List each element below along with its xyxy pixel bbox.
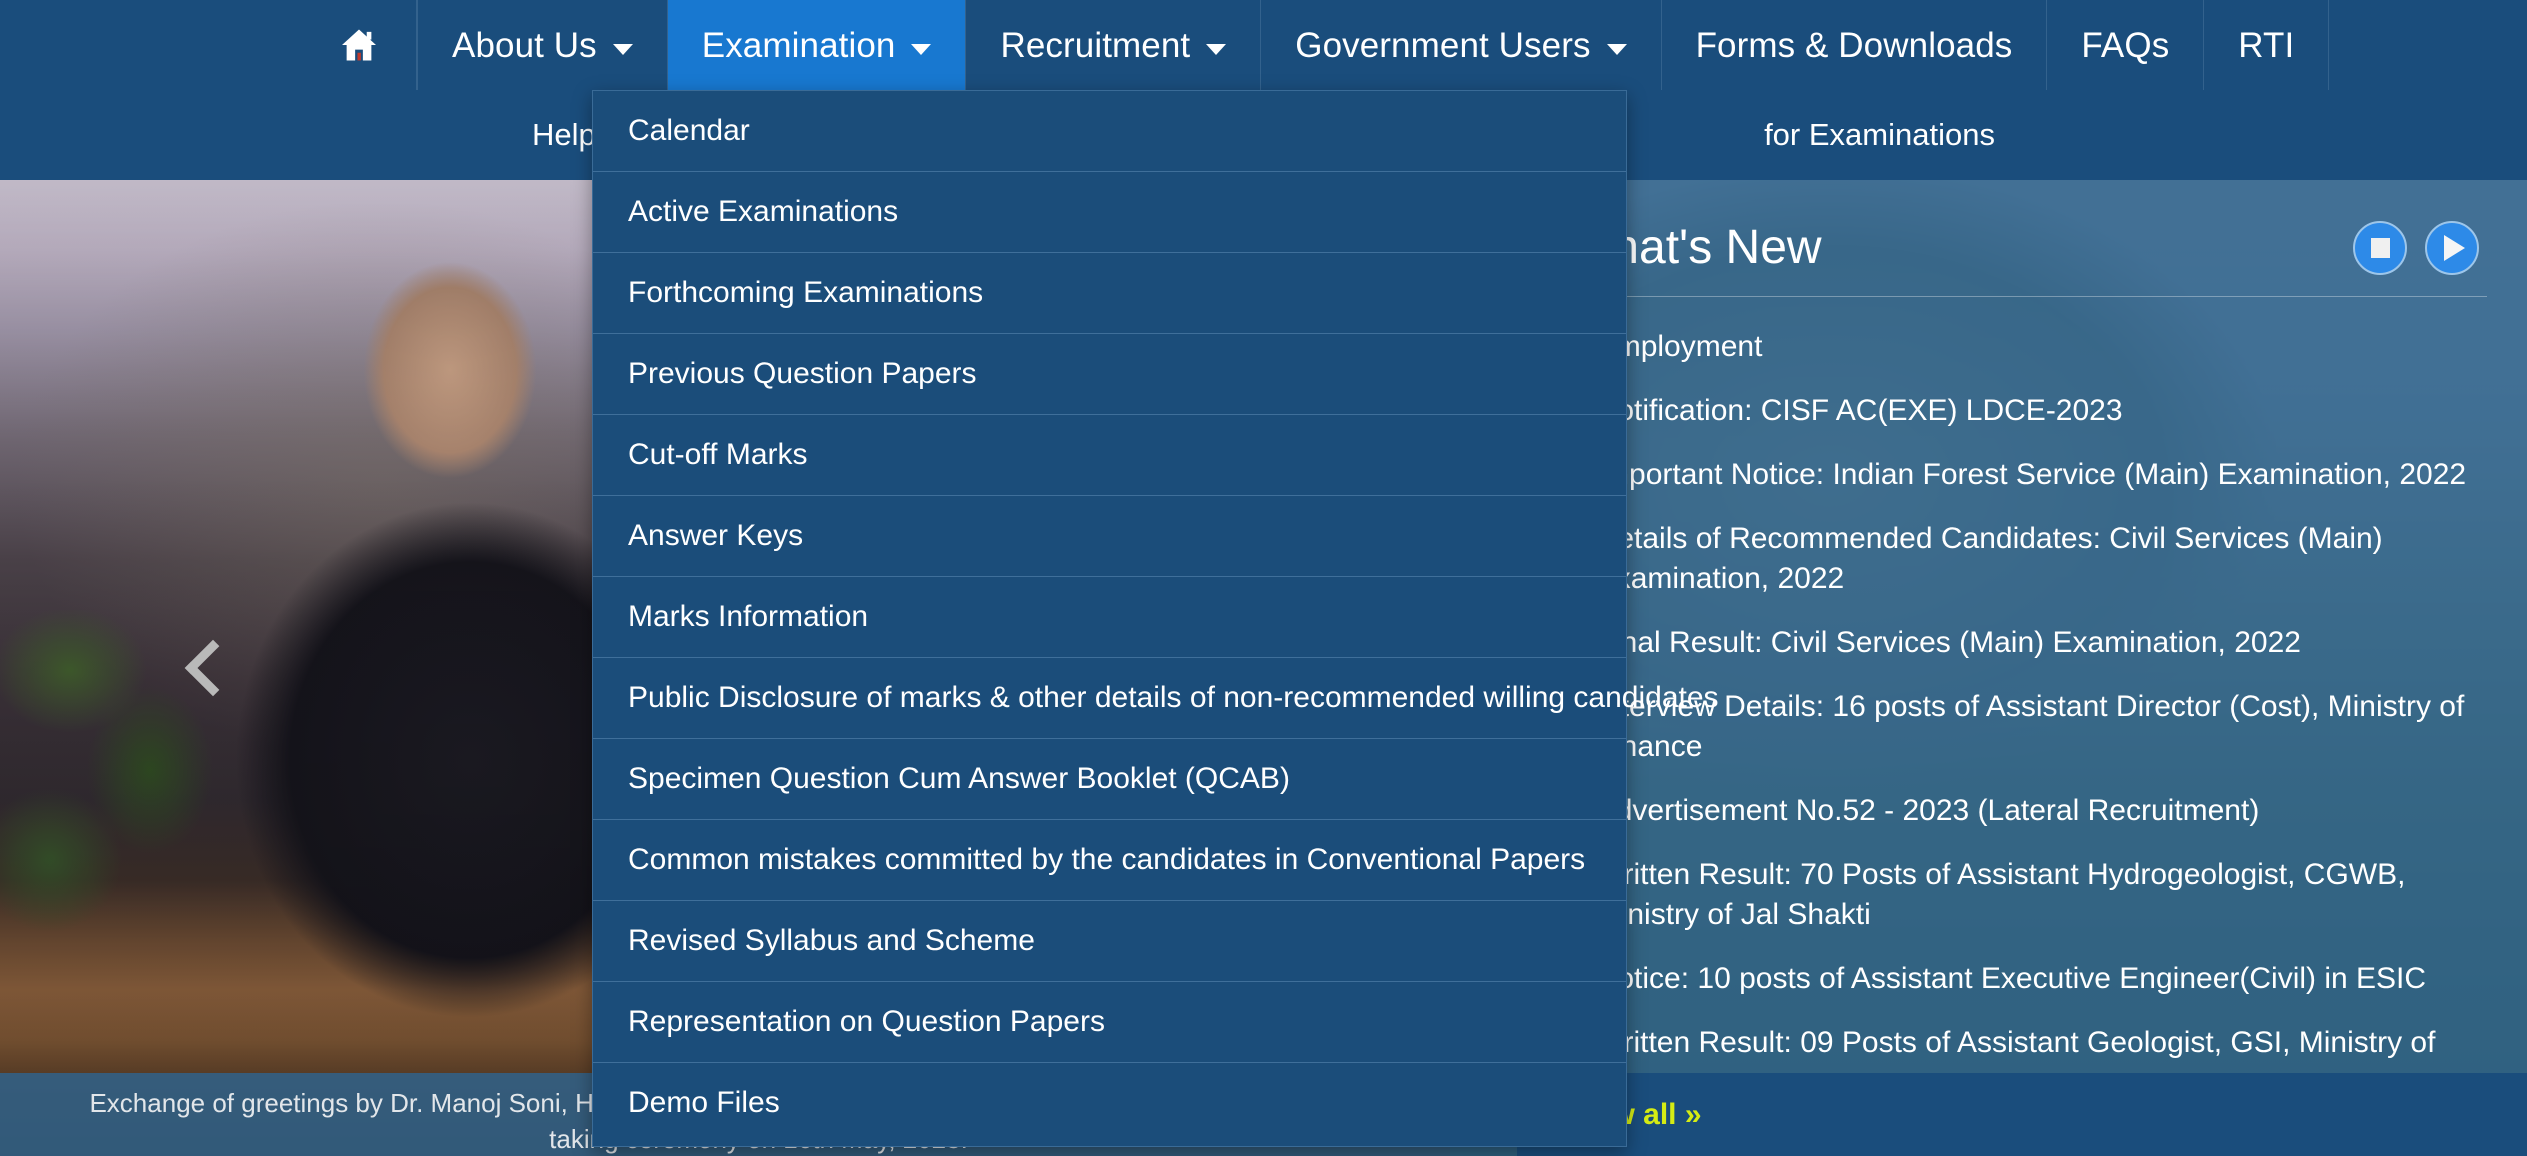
whats-new-item-label: Important Notice: Indian Forest Service … [1595,458,2467,491]
chevron-left-icon [184,639,242,697]
nav-item-label: FAQs [2081,25,2170,65]
nav-item-label: Government Users [1295,25,1591,65]
dropdown-item[interactable]: Calendar [593,91,1626,172]
whats-new-item[interactable]: »Details of Recommended Candidates: Civi… [1567,507,2487,611]
chevron-down-icon [911,43,932,55]
nav-item-label: Forms & Downloads [1695,25,2013,65]
chevron-down-icon [612,43,633,55]
whats-new-item[interactable]: »Notice: 10 posts of Assistant Executive… [1567,947,2487,1011]
whats-new-panel: What's New »Employment»Notification: CIS… [1517,180,2527,1073]
whats-new-header: What's New [1567,212,2487,284]
view-all-bar: View all » [1517,1073,2527,1156]
whats-new-item[interactable]: »Important Notice: Indian Forest Service… [1567,443,2487,507]
whats-new-item[interactable]: »Advertisement No.52 - 2023 (Lateral Rec… [1567,779,2487,843]
nav-item-about-us[interactable]: About Us [417,0,668,90]
nav-item-label: Recruitment [1000,25,1191,65]
play-button[interactable] [2425,221,2479,275]
dropdown-item[interactable]: Answer Keys [593,496,1626,577]
chevron-down-icon [1606,43,1627,55]
whats-new-item[interactable]: »Employment [1567,315,2487,379]
nav-item-recruitment[interactable]: Recruitment [966,0,1262,90]
nav-item-examination[interactable]: Examination [667,0,967,90]
whats-new-item-label: Final Result: Civil Services (Main) Exam… [1595,626,2301,659]
chevron-down-icon [1206,43,1227,55]
stop-icon [2370,238,2390,258]
stop-button[interactable] [2353,221,2407,275]
carousel-prev-button[interactable] [178,613,248,723]
whats-new-item[interactable]: »Notification: CISF AC(EXE) LDCE-2023 [1567,379,2487,443]
whats-new-item-label: Interview Details: 16 posts of Assistant… [1595,690,2465,763]
nav-item-government-users[interactable]: Government Users [1261,0,1662,90]
whats-new-item[interactable]: »Written Result: 09 Posts of Assistant G… [1567,1011,2487,1073]
nav-item-home[interactable] [302,0,417,90]
dropdown-item[interactable]: Specimen Question Cum Answer Booklet (QC… [593,739,1626,820]
whats-new-item-label: Notice: 10 posts of Assistant Executive … [1595,962,2427,995]
nav-item-forms-downloads[interactable]: Forms & Downloads [1662,0,2048,90]
dropdown-item[interactable]: Previous Question Papers [593,334,1626,415]
dropdown-item[interactable]: Demo Files [593,1063,1626,1146]
dropdown-item[interactable]: Marks Information [593,577,1626,658]
helpline-text-right: for Examinations [1764,117,1995,152]
dropdown-item[interactable]: Representation on Question Papers [593,982,1626,1063]
whats-new-item-label: Advertisement No.52 - 2023 (Lateral Recr… [1595,794,2260,827]
dropdown-item[interactable]: Revised Syllabus and Scheme [593,901,1626,982]
dropdown-item[interactable]: Common mistakes committed by the candida… [593,820,1626,901]
whats-new-item[interactable]: »Written Result: 70 Posts of Assistant H… [1567,843,2487,947]
nav-item-rti[interactable]: RTI [2204,0,2330,90]
dropdown-item[interactable]: Active Examinations [593,172,1626,253]
nav-left-spacer [0,0,302,90]
home-icon [342,29,376,61]
dropdown-item[interactable]: Forthcoming Examinations [593,253,1626,334]
main-navigation: About Us Examination Recruitment Government… [0,0,2527,90]
play-icon [2444,235,2465,261]
nav-item-label: RTI [2238,25,2295,65]
nav-item-label: About Us [452,25,597,65]
whats-new-item-label: Notification: CISF AC(EXE) LDCE-2023 [1595,394,2123,427]
whats-new-item-label: Written Result: 09 Posts of Assistant Ge… [1595,1026,2436,1073]
whats-new-controls [2353,221,2487,275]
whats-new-item[interactable]: »Final Result: Civil Services (Main) Exa… [1567,611,2487,675]
dropdown-item[interactable]: Cut-off Marks [593,415,1626,496]
whats-new-divider [1567,296,2487,297]
dropdown-item[interactable]: Public Disclosure of marks & other detai… [593,658,1719,739]
whats-new-item-label: Written Result: 70 Posts of Assistant Hy… [1595,858,2406,931]
nav-item-faqs[interactable]: FAQs [2047,0,2205,90]
page-root: Exchange of greetings by Dr. Manoj Soni,… [0,0,2527,1156]
examination-dropdown-menu: Calendar Active Examinations Forthcoming E… [592,90,1719,1147]
nav-item-label: Examination [701,25,896,65]
whats-new-item-label: Details of Recommended Candidates: Civil… [1595,522,2383,595]
